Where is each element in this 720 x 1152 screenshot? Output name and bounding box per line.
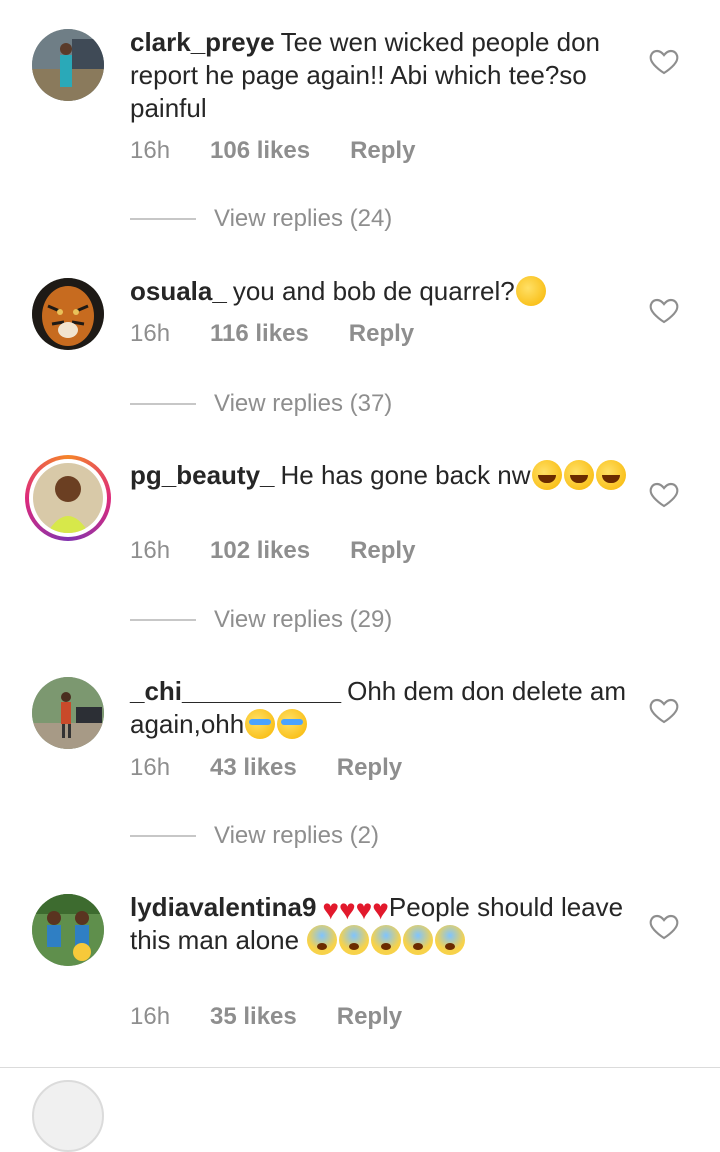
anxious-face-emoji <box>435 925 466 955</box>
comment-meta: 16h 43 likes Reply <box>130 754 402 782</box>
heart-outline-icon[interactable] <box>648 694 680 726</box>
reply-button[interactable]: Reply <box>350 137 415 165</box>
red-heart-emoji: ♥ <box>355 894 373 925</box>
likes-count[interactable]: 102 likes <box>210 537 310 565</box>
likes-count[interactable]: 116 likes <box>210 320 309 348</box>
reply-button[interactable]: Reply <box>349 320 414 348</box>
heart-outline-icon[interactable] <box>648 478 680 510</box>
view-replies-button[interactable]: View replies (37) <box>130 390 392 418</box>
anxious-face-emoji <box>339 925 370 955</box>
reply-button[interactable]: Reply <box>350 537 415 565</box>
timestamp: 16h <box>130 1003 171 1030</box>
thinking-face-emoji <box>515 276 546 306</box>
reply-button[interactable]: Reply <box>337 754 402 782</box>
timestamp: 16h <box>130 537 171 564</box>
anxious-face-emoji <box>371 925 402 955</box>
comment-body: He has gone back nw <box>280 460 531 490</box>
comment-text: pg_beauty_ He has gone back nw <box>130 459 630 492</box>
heart-outline-icon[interactable] <box>648 45 680 77</box>
view-replies-label: View replies (2) <box>214 822 379 849</box>
tears-of-joy-emoji <box>531 460 562 490</box>
divider-line <box>130 403 196 405</box>
likes-count[interactable]: 35 likes <box>210 1003 297 1031</box>
divider-line <box>130 218 196 220</box>
heart-outline-icon[interactable] <box>648 294 680 326</box>
divider-line <box>130 835 196 837</box>
timestamp: 16h <box>130 137 171 164</box>
timestamp: 16h <box>130 754 171 781</box>
username[interactable]: osuala_ <box>130 276 227 306</box>
comment-text: clark_preye Tee wen wicked people don rep… <box>130 26 630 125</box>
view-replies-button[interactable]: View replies (2) <box>130 822 379 850</box>
heart-outline-icon[interactable] <box>648 910 680 942</box>
avatar[interactable] <box>32 29 104 101</box>
username[interactable]: clark_preye <box>130 27 275 57</box>
username[interactable]: _chi___________ <box>130 676 341 706</box>
avatar-with-story-ring[interactable] <box>25 455 111 541</box>
avatar[interactable] <box>32 278 104 350</box>
view-replies-button[interactable]: View replies (24) <box>130 205 392 233</box>
section-divider <box>0 1067 720 1068</box>
comment-meta: 16h 116 likes Reply <box>130 320 414 348</box>
likes-count[interactable]: 106 likes <box>210 137 310 165</box>
loudly-crying-emoji <box>277 709 308 739</box>
view-replies-label: View replies (24) <box>214 205 393 232</box>
red-heart-emoji: ♥ <box>339 894 356 925</box>
comment-body: you and bob de quarrel? <box>232 276 515 306</box>
anxious-face-emoji <box>403 925 434 955</box>
avatar[interactable] <box>32 677 104 749</box>
username[interactable]: lydiavalentina9 <box>130 892 316 922</box>
divider-line <box>130 619 196 621</box>
view-replies-button[interactable]: View replies (29) <box>130 606 392 634</box>
red-heart-emoji: ♥ <box>372 894 389 925</box>
avatar[interactable] <box>32 894 104 966</box>
loudly-crying-emoji <box>245 709 276 739</box>
view-replies-label: View replies (37) <box>214 390 393 417</box>
comment-meta: 16h 35 likes Reply <box>130 1003 402 1031</box>
comment-text: osuala_ you and bob de quarrel? <box>130 275 630 308</box>
comment-text: _chi___________ Ohh dem don delete am aga… <box>130 675 630 741</box>
comment-meta: 16h 102 likes Reply <box>130 537 415 565</box>
tears-of-joy-emoji <box>563 460 594 490</box>
red-heart-emoji: ♥ <box>322 894 340 925</box>
reply-button[interactable]: Reply <box>337 1003 402 1031</box>
username[interactable]: pg_beauty_ <box>130 460 275 490</box>
avatar[interactable] <box>32 1080 104 1152</box>
likes-count[interactable]: 43 likes <box>210 754 297 782</box>
tears-of-joy-emoji <box>595 460 626 490</box>
comment-text: lydiavalentina9 ♥♥♥♥People should leave t… <box>130 891 630 957</box>
view-replies-label: View replies (29) <box>214 606 393 633</box>
comment-meta: 16h 106 likes Reply <box>130 137 415 165</box>
anxious-face-emoji <box>307 925 338 955</box>
timestamp: 16h <box>130 320 171 347</box>
